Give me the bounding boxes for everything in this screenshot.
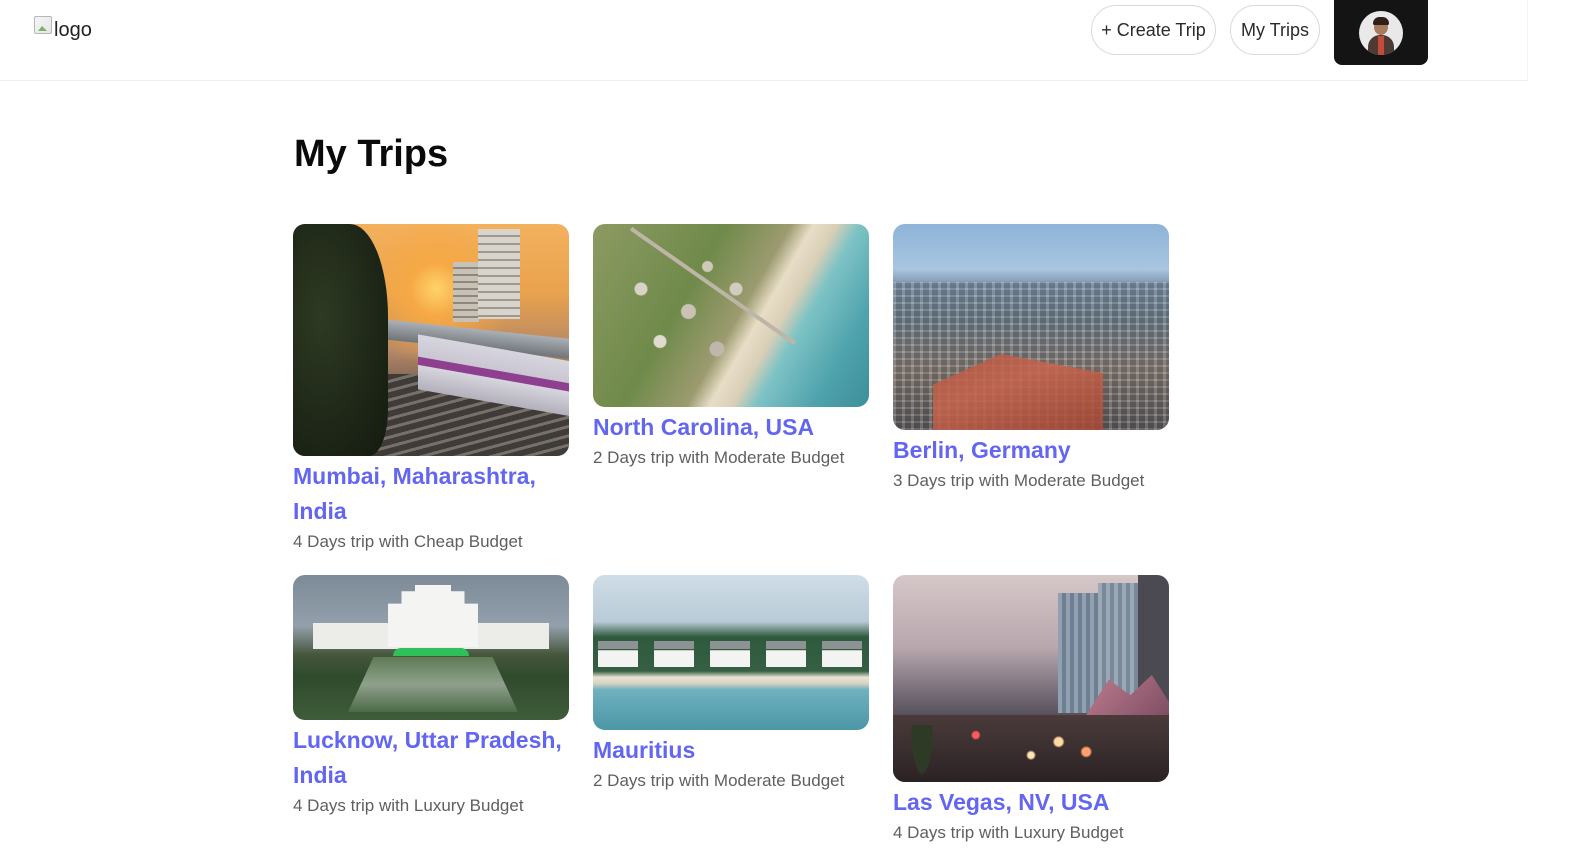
trip-destination: Las Vegas, NV, USA (893, 789, 1110, 815)
trip-image-mumbai (293, 224, 569, 456)
my-trips-button[interactable]: My Trips (1230, 5, 1320, 55)
trip-summary: 3 Days trip with Moderate Budget (893, 471, 1145, 490)
trip-destination: North Carolina, USA (593, 414, 815, 440)
broken-image-icon (34, 16, 52, 34)
trip-summary: 2 Days trip with Moderate Budget (593, 448, 845, 467)
page-title: My Trips (294, 133, 449, 175)
trip-card-berlin[interactable]: Berlin, Germany 3 Days trip with Moderat… (893, 224, 1169, 492)
trip-image-north-carolina (593, 224, 869, 407)
trip-card-mumbai[interactable]: Mumbai, Maharashtra, India 4 Days trip w… (293, 224, 569, 553)
trip-image-lucknow (293, 575, 569, 720)
logo[interactable]: logo (34, 15, 92, 43)
trip-summary: 4 Days trip with Luxury Budget (293, 796, 524, 815)
trip-card-las-vegas[interactable]: Las Vegas, NV, USA 4 Days trip with Luxu… (893, 575, 1169, 844)
trip-destination: Berlin, Germany (893, 437, 1071, 463)
trip-image-berlin (893, 224, 1169, 430)
trip-destination: Lucknow, Uttar Pradesh, India (293, 727, 562, 788)
trip-card-north-carolina[interactable]: North Carolina, USA 2 Days trip with Mod… (593, 224, 869, 469)
trip-destination: Mauritius (593, 737, 696, 763)
trip-image-mauritius (593, 575, 869, 730)
trip-image-las-vegas (893, 575, 1169, 782)
trip-destination: Mumbai, Maharashtra, India (293, 463, 536, 524)
user-account-button[interactable] (1334, 0, 1428, 65)
trip-summary: 4 Days trip with Luxury Budget (893, 823, 1124, 842)
trip-card-lucknow[interactable]: Lucknow, Uttar Pradesh, India 4 Days tri… (293, 575, 569, 817)
avatar (1359, 10, 1403, 55)
trip-summary: 2 Days trip with Moderate Budget (593, 771, 845, 790)
top-nav-bar: logo + Create Trip My Trips (0, 0, 1528, 81)
trip-summary: 4 Days trip with Cheap Budget (293, 532, 523, 551)
logo-alt-text: logo (54, 19, 92, 41)
create-trip-button[interactable]: + Create Trip (1091, 5, 1216, 55)
trip-card-mauritius[interactable]: Mauritius 2 Days trip with Moderate Budg… (593, 575, 869, 792)
